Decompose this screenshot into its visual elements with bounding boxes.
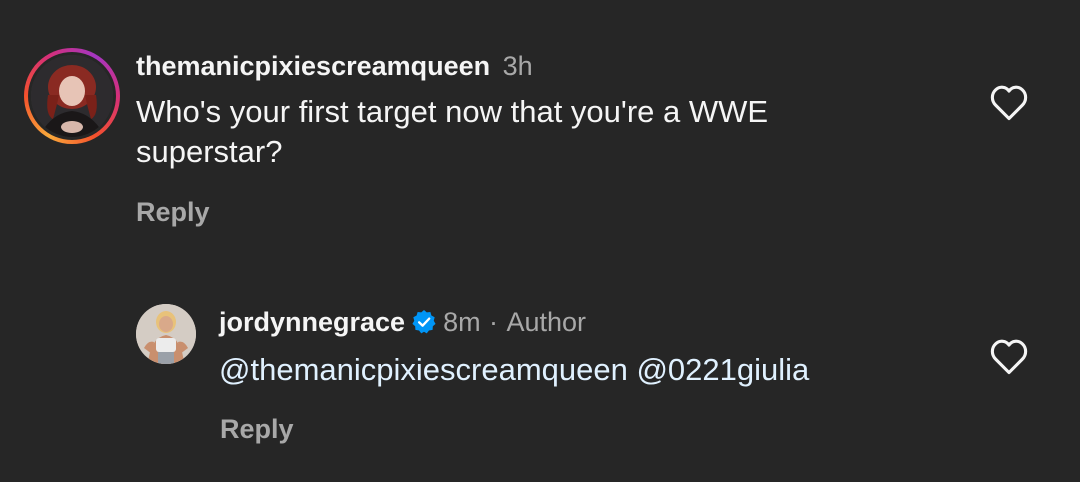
heart-outline-icon[interactable]: [988, 338, 1030, 376]
comment-username[interactable]: themanicpixiescreamqueen: [136, 51, 490, 81]
comment-header: themanicpixiescreamqueen 3h: [136, 50, 533, 87]
reply-button[interactable]: Reply: [220, 413, 294, 445]
avatar[interactable]: [136, 304, 196, 364]
comment-text-line: superstar?: [136, 134, 283, 169]
comment-timestamp: 3h: [502, 51, 533, 81]
avatar-image: [136, 304, 196, 364]
reply-username[interactable]: jordynnegrace: [219, 307, 405, 337]
author-label: Author: [506, 307, 587, 337]
meta-separator: ·: [489, 307, 499, 337]
verified-badge-icon: [412, 309, 436, 334]
avatar-image: [31, 55, 113, 137]
reply-button[interactable]: Reply: [136, 196, 210, 228]
comments-panel: themanicpixiescreamqueen 3h Who's your f…: [0, 0, 1080, 482]
avatar: [31, 55, 113, 137]
reply-timestamp: 8m: [443, 307, 481, 337]
comment-text: Who's your first target now that you're …: [136, 92, 768, 172]
heart-outline-icon[interactable]: [988, 84, 1030, 122]
avatar-story-ring[interactable]: [24, 48, 120, 144]
reply-header: jordynnegrace 8m · Author: [219, 306, 586, 343]
comment-text-line: Who's your first target now that you're …: [136, 94, 769, 129]
reply-mentions[interactable]: @themanicpixiescreamqueen @0221giulia: [219, 350, 809, 390]
